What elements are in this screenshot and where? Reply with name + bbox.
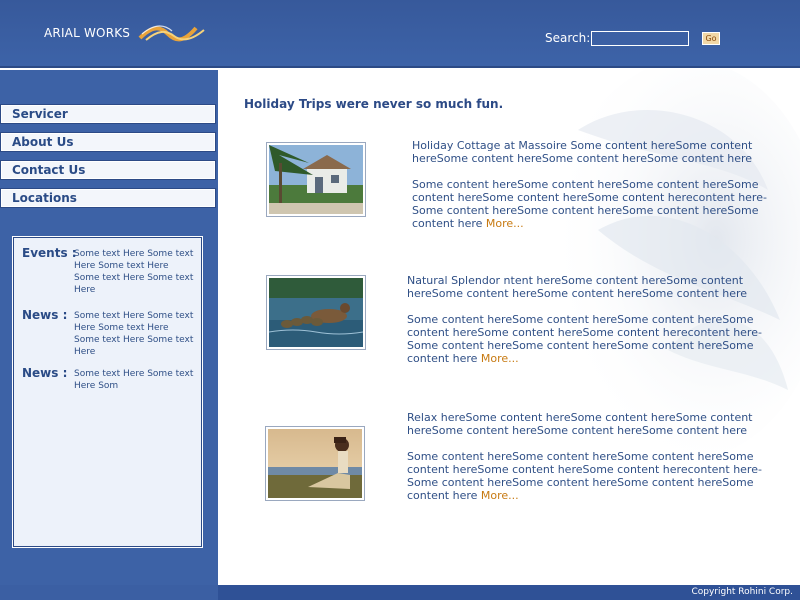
nav-item-about-us[interactable]: About Us: [0, 132, 216, 152]
article-text: Holiday Cottage at Massoire Some content…: [412, 139, 772, 230]
nav-item-locations[interactable]: Locations: [0, 188, 216, 208]
news-label: News :: [22, 308, 68, 322]
footer-sidebar-strip: [0, 585, 218, 600]
sidebar: Servicer About Us Contact Us Locations E…: [0, 70, 218, 585]
leaf-watermark-icon: [548, 70, 800, 460]
beach-cottage-photo: [266, 142, 366, 217]
footer-bar: Copyright Rohini Corp.: [0, 585, 800, 600]
news-label: News :: [22, 366, 68, 380]
nav-item-contact-us[interactable]: Contact Us: [0, 160, 216, 180]
news-text: Some text Here Some text Here Som: [74, 369, 194, 391]
article-body: Some content hereSome content hereSome c…: [407, 313, 767, 365]
article-text: Natural Splendor ntent hereSome content …: [407, 274, 767, 365]
search-label: Search:: [545, 31, 591, 45]
more-link[interactable]: More...: [481, 489, 519, 502]
page-headline: Holiday Trips were never so much fun.: [244, 97, 504, 111]
news-text: Some text Here Some text Here Some text …: [74, 311, 194, 357]
events-text: Some text Here Some text Here Some text …: [74, 249, 194, 295]
article-intro: Holiday Cottage at Massoire Some content…: [412, 139, 753, 165]
wave-logo-icon: [138, 25, 205, 42]
ducks-on-water-photo: [266, 275, 366, 350]
nav-item-servicer[interactable]: Servicer: [0, 104, 216, 124]
article-body-text: Some content hereSome content hereSome c…: [407, 313, 762, 365]
article-text: Relax hereSome content hereSome content …: [407, 411, 767, 502]
news-panel: Events : Some text Here Some text Here S…: [12, 236, 203, 548]
brand-name: ARIAL WORKS: [44, 26, 131, 40]
article-body: Some content hereSome content hereSome c…: [407, 450, 767, 502]
more-link[interactable]: More...: [481, 352, 519, 365]
more-link[interactable]: More...: [486, 217, 524, 230]
woman-relaxing-photo: [265, 426, 365, 501]
article-intro: Natural Splendor ntent hereSome content …: [407, 274, 748, 300]
article-body-text: Some content hereSome content hereSome c…: [407, 450, 762, 502]
article-intro: Relax hereSome content hereSome content …: [407, 411, 753, 437]
copyright-text: Copyright Rohini Corp.: [691, 587, 793, 597]
header-bar: ARIAL WORKS Search: Go: [0, 0, 800, 68]
go-button[interactable]: Go: [702, 32, 720, 45]
article-body-text: Some content hereSome content hereSome c…: [412, 178, 767, 230]
events-label: Events :: [22, 246, 77, 260]
main-content: Holiday Trips were never so much fun. Ho…: [218, 70, 800, 585]
article-body: Some content hereSome content hereSome c…: [412, 178, 772, 230]
search-input[interactable]: [591, 31, 689, 46]
